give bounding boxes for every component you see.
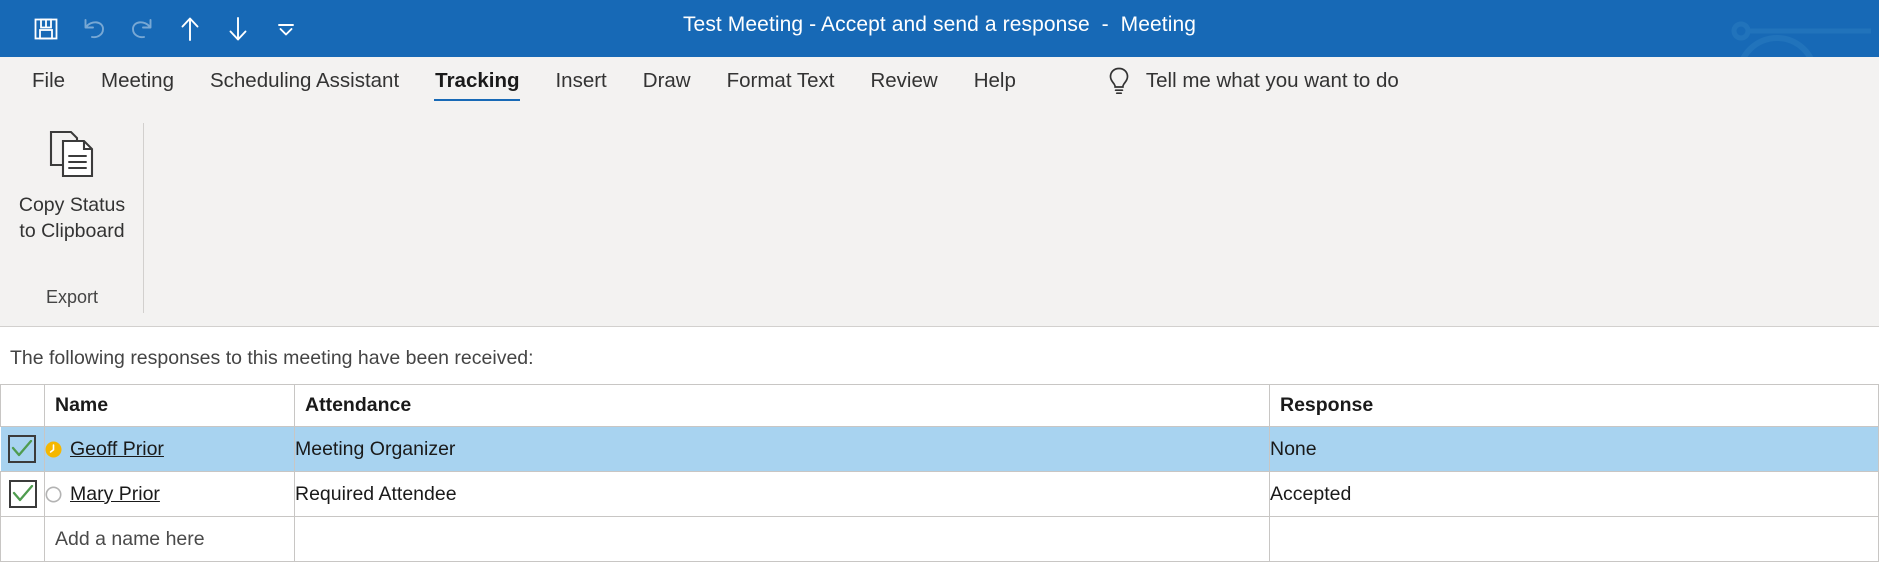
- attendee-name-cell[interactable]: Geoff Prior: [44, 426, 295, 472]
- tell-me-label: Tell me what you want to do: [1145, 69, 1399, 92]
- tab-help[interactable]: Help: [956, 57, 1034, 105]
- attendee-response[interactable]: Accepted: [1269, 471, 1879, 517]
- attendee-name[interactable]: Geoff Prior: [70, 438, 164, 461]
- attendee-attendance[interactable]: Required Attendee: [294, 471, 1270, 517]
- tab-insert[interactable]: Insert: [537, 57, 624, 105]
- new-row-attendance[interactable]: [294, 516, 1270, 562]
- customize-quick-access-toolbar-icon[interactable]: [262, 6, 310, 52]
- lightbulb-icon: [1109, 67, 1129, 95]
- tab-review[interactable]: Review: [852, 57, 955, 105]
- tab-file[interactable]: File: [14, 57, 83, 105]
- copy-status-to-clipboard-button[interactable]: Copy Status to Clipboard: [8, 113, 136, 278]
- copy-status-to-clipboard-label: Copy Status to Clipboard: [18, 194, 126, 242]
- offline-circle-icon: [45, 486, 62, 502]
- add-name-cell[interactable]: Add a name here: [44, 516, 295, 562]
- tell-me-search[interactable]: Tell me what you want to do: [1034, 57, 1399, 105]
- away-clock-icon: [45, 441, 62, 457]
- row-select-checkbox[interactable]: [0, 426, 45, 472]
- ribbon-group-label-export: Export: [45, 287, 99, 307]
- add-name-placeholder[interactable]: Add a name here: [45, 528, 205, 550]
- copy-pages-icon: [49, 130, 94, 178]
- tracking-intro-text: The following responses to this meeting …: [10, 347, 534, 369]
- table-row[interactable]: Mary Prior Required Attendee Accepted: [0, 471, 1879, 517]
- title-bar: Test Meeting - Accept and send a respons…: [0, 0, 1879, 57]
- save-icon[interactable]: [22, 6, 70, 52]
- checkbox-checked-icon[interactable]: [8, 435, 37, 463]
- column-header-attendance[interactable]: Attendance: [294, 384, 1270, 427]
- column-header-response[interactable]: Response: [1269, 384, 1879, 427]
- table-header-row: Name Attendance Response: [0, 384, 1879, 427]
- previous-item-icon[interactable]: [166, 6, 214, 52]
- attendee-attendance[interactable]: Meeting Organizer: [294, 426, 1270, 472]
- attendee-response[interactable]: None: [1269, 426, 1879, 472]
- row-select-checkbox-empty[interactable]: [0, 516, 45, 562]
- tab-format-text[interactable]: Format Text: [709, 57, 853, 105]
- tracking-table: Name Attendance Response Geoff Prior Mee…: [0, 384, 1879, 562]
- row-select-checkbox[interactable]: [0, 471, 45, 517]
- ribbon-group-separator: [143, 123, 144, 313]
- attendee-name-cell[interactable]: Mary Prior: [44, 471, 295, 517]
- table-row-new[interactable]: Add a name here: [0, 516, 1879, 562]
- tab-draw[interactable]: Draw: [625, 57, 709, 105]
- new-row-response[interactable]: [1269, 516, 1879, 562]
- undo-icon: [70, 6, 118, 52]
- quick-access-toolbar: [0, 6, 310, 52]
- tab-meeting[interactable]: Meeting: [83, 57, 192, 105]
- column-header-name[interactable]: Name: [44, 384, 295, 427]
- column-header-select[interactable]: [0, 384, 45, 427]
- next-item-icon[interactable]: [214, 6, 262, 52]
- table-row[interactable]: Geoff Prior Meeting Organizer None: [0, 426, 1879, 472]
- checkbox-checked-icon[interactable]: [8, 480, 37, 508]
- ribbon-tab-bar: File Meeting Scheduling Assistant Tracki…: [0, 57, 1879, 105]
- ribbon-body: Copy Status to Clipboard Export: [0, 105, 1879, 327]
- attendee-name[interactable]: Mary Prior: [70, 483, 160, 506]
- decorative-watermark: [1731, 21, 1871, 57]
- tab-tracking[interactable]: Tracking: [417, 57, 537, 105]
- tracking-pane: The following responses to this meeting …: [0, 327, 1879, 562]
- ribbon-group-export: Copy Status to Clipboard Export: [0, 105, 144, 327]
- tab-scheduling-assistant[interactable]: Scheduling Assistant: [192, 57, 417, 105]
- redo-icon: [118, 6, 166, 52]
